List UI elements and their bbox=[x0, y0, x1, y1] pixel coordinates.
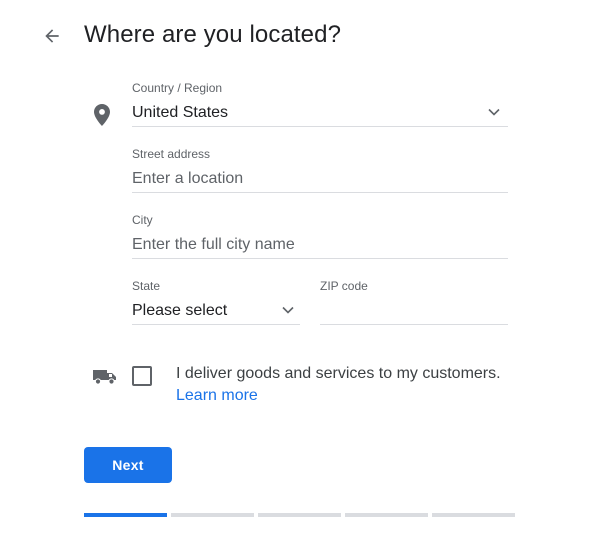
country-value: United States bbox=[132, 104, 229, 121]
deliver-checkbox[interactable] bbox=[132, 366, 152, 386]
street-address-underline bbox=[132, 192, 508, 193]
zip-code-field: ZIP code bbox=[320, 279, 508, 325]
progress-segment-1 bbox=[84, 513, 167, 517]
location-pin-icon bbox=[94, 104, 110, 126]
progress-segment-2 bbox=[171, 513, 254, 517]
zip-code-input[interactable] bbox=[320, 302, 508, 320]
city-label: City bbox=[132, 213, 153, 227]
zip-code-underline bbox=[320, 324, 508, 325]
state-underline bbox=[132, 324, 300, 325]
progress-segment-4 bbox=[345, 513, 428, 517]
street-address-label: Street address bbox=[132, 147, 211, 161]
city-field: City bbox=[132, 213, 508, 259]
back-button[interactable] bbox=[38, 22, 66, 50]
arrow-back-icon bbox=[45, 29, 59, 43]
truck-icon bbox=[93, 370, 116, 385]
zip-code-label: ZIP code bbox=[320, 279, 368, 293]
country-underline bbox=[132, 126, 508, 127]
chevron-down-icon bbox=[282, 306, 294, 314]
state-select[interactable]: State Please select bbox=[132, 279, 300, 325]
progress-segment-3 bbox=[258, 513, 341, 517]
deliver-text: I deliver goods and services to my custo… bbox=[176, 365, 501, 382]
learn-more-link[interactable]: Learn more bbox=[176, 387, 258, 404]
street-address-input[interactable] bbox=[132, 170, 508, 188]
state-label: State bbox=[132, 279, 161, 293]
step-progress-bar bbox=[84, 513, 515, 517]
street-address-field: Street address bbox=[132, 147, 508, 193]
next-button[interactable]: Next bbox=[84, 447, 172, 483]
country-label: Country / Region bbox=[132, 81, 223, 95]
deliver-description: I deliver goods and services to my custo… bbox=[176, 363, 516, 407]
progress-segment-5 bbox=[432, 513, 515, 517]
page-title: Where are you located? bbox=[84, 21, 342, 48]
city-underline bbox=[132, 258, 508, 259]
city-input[interactable] bbox=[132, 236, 508, 254]
chevron-down-icon bbox=[488, 108, 500, 116]
state-value: Please select bbox=[132, 302, 228, 319]
country-select[interactable]: Country / Region United States bbox=[132, 81, 508, 127]
